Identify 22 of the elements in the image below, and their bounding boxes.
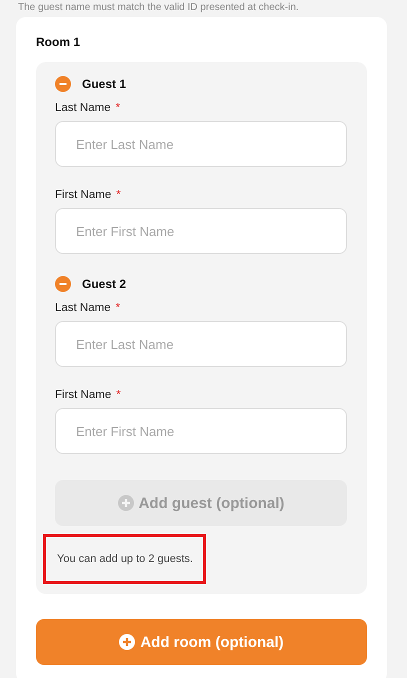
field-label: First Name: [55, 389, 112, 401]
required-mark: *: [116, 389, 121, 401]
text-field[interactable]: Enter Last Name: [55, 121, 347, 167]
hint-text: You can add up to 2 guests.: [57, 553, 193, 565]
intro-text: The guest name must match the valid ID presented at check-in.: [17, 1, 300, 14]
remove-guest-icon[interactable]: [55, 276, 71, 292]
guest-title: Guest 2: [82, 277, 126, 291]
plus-circle-icon: [118, 495, 134, 511]
guest-title: Guest 1: [82, 77, 126, 91]
field-label: First Name: [55, 189, 112, 201]
field-label: Last Name: [55, 102, 111, 114]
text-field[interactable]: Enter First Name: [55, 208, 347, 254]
add-room-button[interactable]: Add room (optional): [36, 619, 367, 665]
room-title: Room 1: [36, 35, 82, 49]
required-mark: *: [116, 102, 120, 114]
required-mark: *: [116, 302, 120, 314]
remove-guest-icon[interactable]: [55, 76, 71, 92]
plus-circle-icon: [119, 634, 136, 650]
text-field[interactable]: Enter First Name: [55, 408, 347, 454]
field-label: Last Name: [55, 302, 111, 314]
text-field[interactable]: Enter Last Name: [55, 321, 347, 367]
required-mark: *: [116, 189, 121, 201]
